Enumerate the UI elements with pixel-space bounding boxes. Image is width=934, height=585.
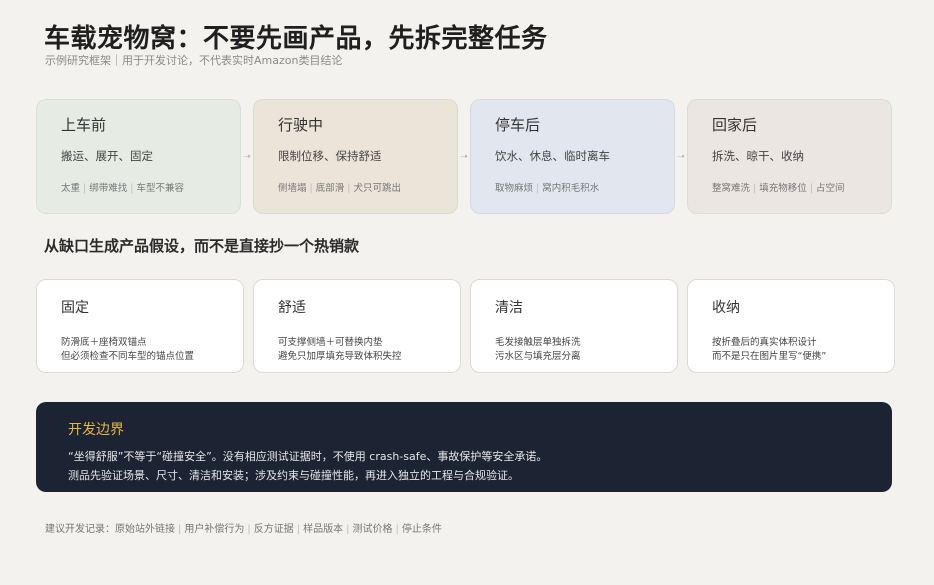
page-subtitle: 示例研究框架｜用于开发讨论，不代表实时Amazon类目结论 — [45, 54, 343, 67]
separator: | — [83, 183, 87, 194]
hypothesis-title: 清洁 — [495, 300, 523, 316]
pain-point: 绑带难找 — [89, 183, 128, 194]
pain-point: 窝内积毛积水 — [542, 183, 600, 194]
stage-pain-points: 整窝难洗 | 填充物移位 | 占空间 — [712, 180, 844, 194]
hypothesis-card-fixing: 固定 防滑底＋座椅双锚点 但必须检查不同车型的锚点位置 — [36, 279, 244, 373]
hypothesis-card-storage: 收纳 按折叠后的真实体积设计 而不是只在图片里写“便携” — [687, 279, 895, 373]
arrow-right-icon: ➝ — [243, 152, 251, 162]
hypothesis-line: 污水区与填充层分离 — [495, 351, 581, 362]
stage-description: 搬运、展开、固定 — [61, 149, 153, 163]
footer-label: 建议开发记录： — [45, 524, 115, 535]
pain-point: 车型不兼容 — [136, 183, 184, 194]
separator: | — [178, 524, 182, 535]
stage-title: 行驶中 — [278, 116, 324, 134]
footer-item: 反方证据 — [253, 524, 294, 535]
stage-title: 回家后 — [712, 116, 758, 134]
hypothesis-line: 毛发接触层单独拆洗 — [495, 337, 581, 348]
separator: | — [753, 183, 757, 194]
hypothesis-line: 可支撑侧墙＋可替换内垫 — [278, 337, 383, 348]
hypothesis-line: 按折叠后的真实体积设计 — [712, 337, 817, 348]
arrow-right-icon: ➝ — [460, 152, 468, 162]
footer-item: 停止条件 — [401, 524, 442, 535]
hypothesis-card-cleaning: 清洁 毛发接触层单独拆洗 污水区与填充层分离 — [470, 279, 678, 373]
stage-card-home: 回家后 拆洗、晾干、收纳 整窝难洗 | 填充物移位 | 占空间 — [687, 99, 892, 214]
stage-card-driving: 行驶中 限制位移、保持舒适 侧墙塌 | 底部滑 | 犬只可跳出 — [253, 99, 458, 214]
hypothesis-line: 而不是只在图片里写“便携” — [712, 351, 827, 362]
page-title: 车载宠物窝：不要先画产品，先拆完整任务 — [44, 24, 548, 54]
development-boundary-panel: 开发边界 “坐得舒服”不等于“碰撞安全”。没有相应测试证据时，不使用 crash… — [36, 402, 892, 492]
footer-item: 原始站外链接 — [115, 524, 175, 535]
stage-pain-points: 侧墙塌 | 底部滑 | 犬只可跳出 — [278, 180, 401, 194]
separator: | — [347, 183, 351, 194]
hypothesis-title: 固定 — [61, 300, 89, 316]
boundary-title: 开发边界 — [68, 422, 124, 438]
boundary-line: 测品先验证场景、尺寸、清洁和安装；涉及约束与碰撞性能，再进入独立的工程与合规验证… — [68, 469, 519, 482]
footer-item: 用户补偿行为 — [184, 524, 245, 535]
stage-title: 上车前 — [61, 116, 107, 134]
stage-pain-points: 太重 | 绑带难找 | 车型不兼容 — [61, 180, 184, 194]
pain-point: 整窝难洗 — [712, 183, 751, 194]
separator: | — [309, 183, 313, 194]
stage-title: 停车后 — [495, 116, 541, 134]
pain-point: 占空间 — [815, 183, 845, 194]
stage-card-parked: 停车后 饮水、休息、临时离车 取物麻烦 | 窝内积毛积水 — [470, 99, 675, 214]
section-title: 从缺口生成产品假设，而不是直接抄一个热销款 — [44, 237, 360, 255]
hypothesis-card-comfort: 舒适 可支撑侧墙＋可替换内垫 避免只加厚填充导致体积失控 — [253, 279, 461, 373]
arrow-right-icon: ➝ — [677, 152, 685, 162]
pain-point: 底部滑 — [315, 183, 345, 194]
hypothesis-line: 避免只加厚填充导致体积失控 — [278, 351, 402, 362]
separator: | — [130, 183, 134, 194]
stage-pain-points: 取物麻烦 | 窝内积毛积水 — [495, 180, 599, 194]
separator: | — [296, 524, 301, 535]
stage-card-before-boarding: 上车前 搬运、展开、固定 太重 | 绑带难找 | 车型不兼容 — [36, 99, 241, 214]
separator: | — [247, 524, 251, 535]
hypothesis-title: 舒适 — [278, 300, 306, 316]
hypothesis-title: 收纳 — [712, 300, 740, 316]
hypothesis-line: 但必须检查不同车型的锚点位置 — [61, 351, 195, 362]
boundary-line: “坐得舒服”不等于“碰撞安全”。没有相应测试证据时，不使用 crash-safe… — [68, 450, 548, 463]
stage-description: 拆洗、晾干、收纳 — [712, 149, 804, 163]
hypothesis-cards: 固定 防滑底＋座椅双锚点 但必须检查不同车型的锚点位置 舒适 可支撑侧墙＋可替换… — [36, 279, 896, 375]
pain-point: 太重 — [61, 183, 81, 194]
task-stages: 上车前 搬运、展开、固定 太重 | 绑带难找 | 车型不兼容 ➝ 行驶中 限制位移、保持… — [36, 99, 892, 215]
footer-record-list: 建议开发记录：原始站外链接 | 用户补偿行为 | 反方证据 | 样品版本 | 测试价格 | 停止条件 — [45, 520, 442, 535]
pain-point: 取物麻烦 — [495, 183, 534, 194]
stage-description: 限制位移、保持舒适 — [278, 149, 382, 163]
separator: | — [346, 524, 350, 535]
hypothesis-line: 防滑底＋座椅双锚点 — [61, 337, 147, 348]
footer-item: 样品版本 — [303, 524, 344, 535]
footer-item: 测试价格 — [352, 524, 393, 535]
stage-description: 饮水、休息、临时离车 — [495, 149, 610, 163]
separator: | — [395, 524, 399, 535]
separator: | — [809, 183, 813, 194]
separator: | — [536, 183, 540, 194]
pain-point: 填充物移位 — [759, 183, 807, 194]
pain-point: 犬只可跳出 — [353, 183, 401, 194]
pain-point: 侧墙塌 — [278, 183, 307, 194]
